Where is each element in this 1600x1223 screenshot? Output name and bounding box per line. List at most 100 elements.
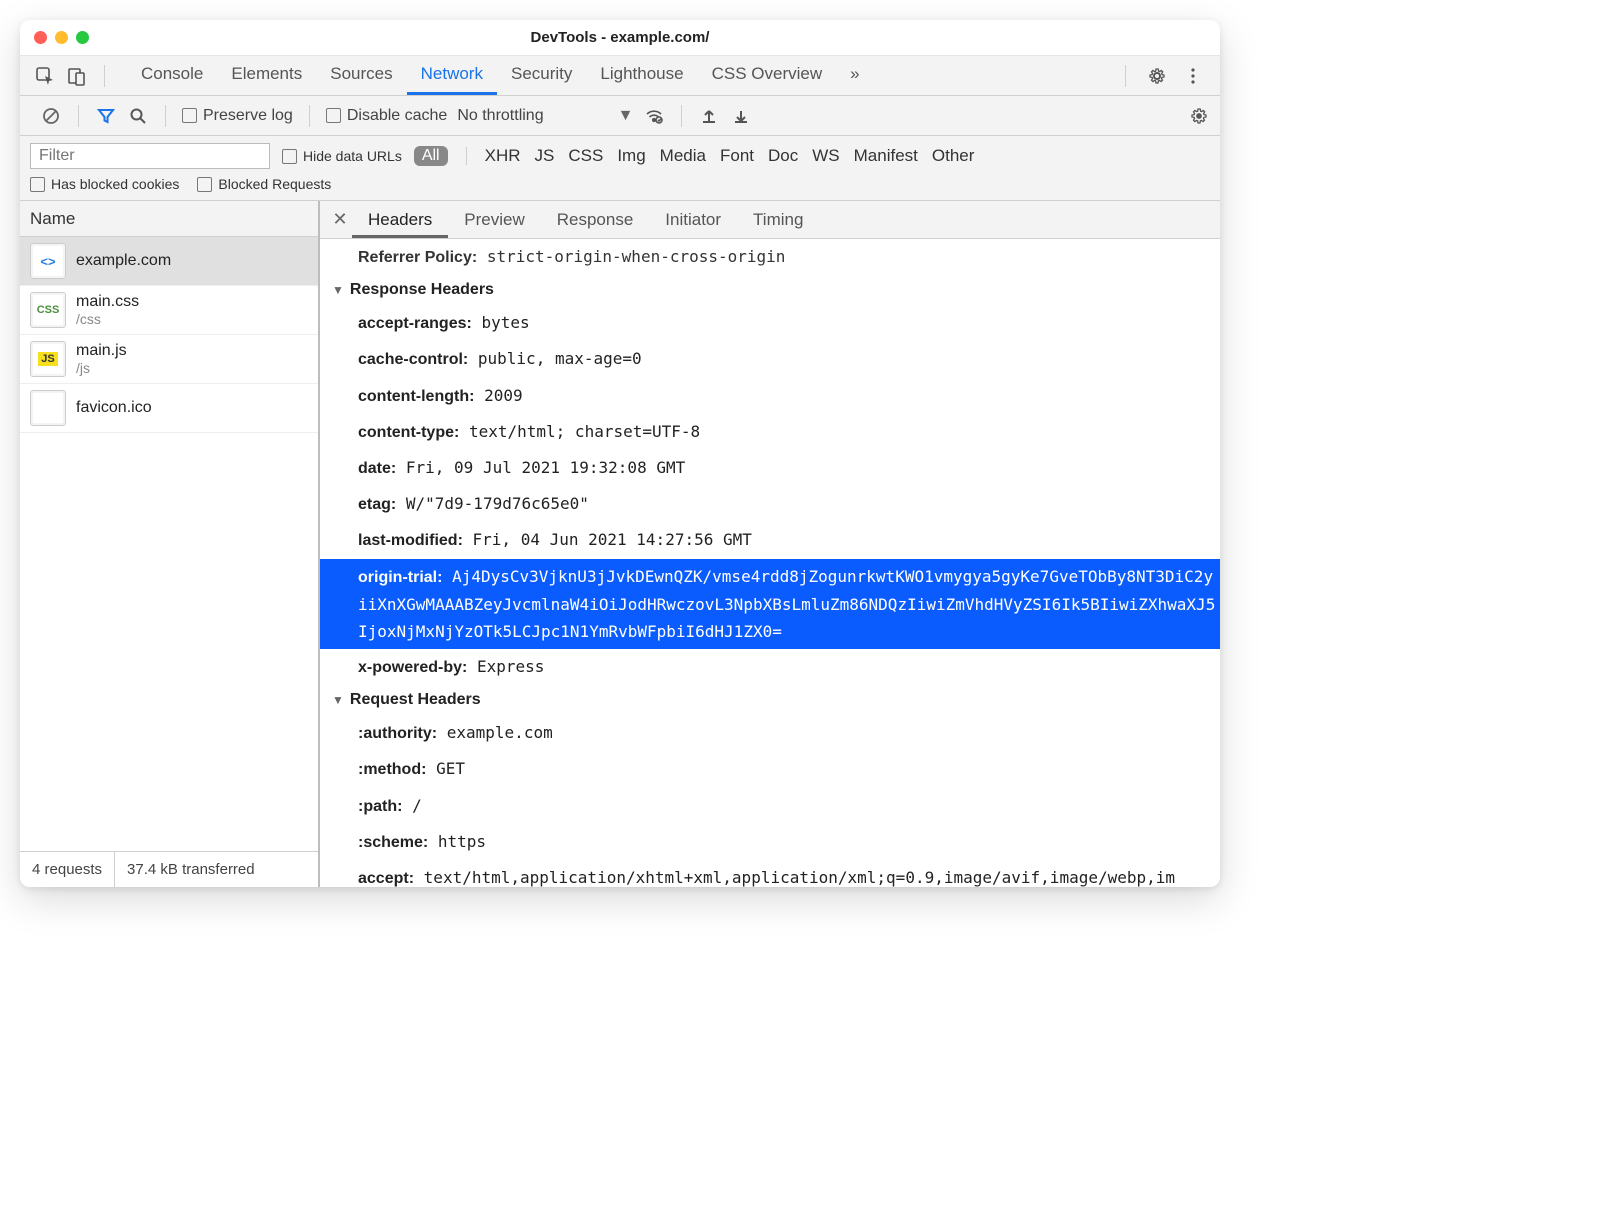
request-row[interactable]: CSS main.css/css: [20, 286, 318, 335]
detail-tab-preview[interactable]: Preview: [448, 201, 540, 238]
minimize-window-button[interactable]: [55, 31, 68, 44]
file-type-icon: JS: [30, 341, 66, 377]
headers-panel: Referrer Policy: strict-origin-when-cros…: [320, 239, 1220, 887]
settings-gear-icon[interactable]: [1146, 65, 1168, 87]
header-row[interactable]: content-length: 2009: [320, 378, 1220, 414]
tabs-overflow-button[interactable]: »: [836, 56, 873, 95]
header-row[interactable]: cache-control: public, max-age=0: [320, 341, 1220, 377]
header-x-powered-by[interactable]: x-powered-by: Express: [320, 649, 1220, 685]
tab-network[interactable]: Network: [407, 56, 497, 95]
status-footer: 4 requests 37.4 kB transferred: [20, 851, 318, 887]
throttling-select[interactable]: No throttling ▼: [457, 107, 633, 125]
tab-console[interactable]: Console: [127, 56, 217, 95]
preserve-log-label: Preserve log: [203, 107, 293, 125]
request-name: main.js: [76, 341, 127, 360]
filter-type-font[interactable]: Font: [720, 146, 754, 166]
request-list-header[interactable]: Name: [20, 201, 318, 237]
filter-input[interactable]: [30, 143, 270, 169]
tab-lighthouse[interactable]: Lighthouse: [586, 56, 697, 95]
tab-sources[interactable]: Sources: [316, 56, 406, 95]
has-blocked-cookies-checkbox[interactable]: Has blocked cookies: [30, 176, 179, 192]
header-row[interactable]: :path: /: [320, 788, 1220, 824]
search-icon[interactable]: [127, 105, 149, 127]
detail-tab-initiator[interactable]: Initiator: [649, 201, 737, 238]
header-row[interactable]: :authority: example.com: [320, 715, 1220, 751]
disable-cache-label: Disable cache: [347, 107, 448, 125]
network-settings-gear-icon[interactable]: [1188, 105, 1210, 127]
request-row[interactable]: <> example.com: [20, 237, 318, 286]
header-origin-trial[interactable]: origin-trial: Aj4DysCv3VjknU3jJvkDEwnQZK…: [320, 559, 1220, 650]
filter-type-doc[interactable]: Doc: [768, 146, 798, 166]
requests-count: 4 requests: [20, 852, 115, 887]
response-headers-section[interactable]: ▼Response Headers: [320, 275, 1220, 305]
zoom-window-button[interactable]: [76, 31, 89, 44]
main-tabbar: ConsoleElementsSourcesNetworkSecurityLig…: [20, 56, 1220, 96]
request-headers-section[interactable]: ▼Request Headers: [320, 685, 1220, 715]
request-name: main.css: [76, 292, 139, 311]
split-pane: Name <> example.com CSS main.css/css JS main.…: [20, 201, 1220, 887]
blocked-requests-checkbox[interactable]: Blocked Requests: [197, 176, 331, 192]
file-type-icon: <>: [30, 243, 66, 279]
request-row[interactable]: favicon.ico: [20, 384, 318, 433]
has-blocked-cookies-label: Has blocked cookies: [51, 176, 179, 192]
blocked-requests-label: Blocked Requests: [218, 176, 331, 192]
inspect-element-icon[interactable]: [34, 65, 56, 87]
request-path: /css: [76, 311, 139, 328]
header-row[interactable]: :scheme: https: [320, 824, 1220, 860]
tab-elements[interactable]: Elements: [217, 56, 316, 95]
request-name: favicon.ico: [76, 398, 152, 417]
clear-button[interactable]: [40, 105, 62, 127]
divider: [165, 105, 166, 127]
request-headers-label: Request Headers: [350, 691, 481, 709]
header-row[interactable]: content-type: text/html; charset=UTF-8: [320, 414, 1220, 450]
transferred-size: 37.4 kB transferred: [115, 852, 267, 887]
detail-tab-timing[interactable]: Timing: [737, 201, 819, 238]
filter-type-js[interactable]: JS: [535, 146, 555, 166]
request-path: /js: [76, 360, 127, 377]
filter-all-button[interactable]: All: [414, 146, 448, 166]
divider: [104, 65, 105, 87]
export-har-icon[interactable]: [730, 105, 752, 127]
titlebar: DevTools - example.com/: [20, 20, 1220, 56]
detail-tab-headers[interactable]: Headers: [352, 201, 448, 238]
filter-type-img[interactable]: Img: [617, 146, 645, 166]
divider: [466, 147, 467, 165]
disable-cache-checkbox[interactable]: Disable cache: [326, 107, 448, 125]
detail-tabbar: ✕ HeadersPreviewResponseInitiatorTiming: [320, 201, 1220, 239]
hide-data-urls-checkbox[interactable]: Hide data URLs: [282, 148, 402, 164]
header-row[interactable]: accept: text/html,application/xhtml+xml,…: [320, 860, 1220, 887]
close-detail-button[interactable]: ✕: [328, 209, 352, 230]
import-har-icon[interactable]: [698, 105, 720, 127]
header-row[interactable]: last-modified: Fri, 04 Jun 2021 14:27:56…: [320, 522, 1220, 558]
filter-type-xhr[interactable]: XHR: [485, 146, 521, 166]
kebab-menu-icon[interactable]: [1182, 65, 1204, 87]
file-type-icon: [30, 390, 66, 426]
close-window-button[interactable]: [34, 31, 47, 44]
filter-icon[interactable]: [95, 105, 117, 127]
header-row[interactable]: accept-ranges: bytes: [320, 305, 1220, 341]
window-title: DevTools - example.com/: [20, 29, 1220, 46]
header-row[interactable]: etag: W/"7d9-179d76c65e0": [320, 486, 1220, 522]
filter-type-media[interactable]: Media: [660, 146, 706, 166]
divider: [78, 105, 79, 127]
filter-type-css[interactable]: CSS: [568, 146, 603, 166]
device-toolbar-icon[interactable]: [66, 65, 88, 87]
filter-type-manifest[interactable]: Manifest: [854, 146, 918, 166]
header-row[interactable]: :method: GET: [320, 751, 1220, 787]
detail-tab-response[interactable]: Response: [541, 201, 650, 238]
request-row[interactable]: JS main.js/js: [20, 335, 318, 384]
referrer-policy-row: Referrer Policy: strict-origin-when-cros…: [320, 239, 1220, 275]
file-type-icon: CSS: [30, 292, 66, 328]
request-list-pane: Name <> example.com CSS main.css/css JS main.…: [20, 201, 320, 887]
tab-security[interactable]: Security: [497, 56, 586, 95]
detail-pane: ✕ HeadersPreviewResponseInitiatorTiming …: [320, 201, 1220, 887]
devtools-window: DevTools - example.com/ ConsoleElementsS…: [20, 20, 1220, 887]
filter-type-ws[interactable]: WS: [812, 146, 839, 166]
filter-type-other[interactable]: Other: [932, 146, 975, 166]
request-name: example.com: [76, 251, 171, 270]
tab-css-overview[interactable]: CSS Overview: [698, 56, 837, 95]
header-row[interactable]: date: Fri, 09 Jul 2021 19:32:08 GMT: [320, 450, 1220, 486]
divider: [309, 105, 310, 127]
network-conditions-icon[interactable]: [643, 105, 665, 127]
preserve-log-checkbox[interactable]: Preserve log: [182, 107, 293, 125]
